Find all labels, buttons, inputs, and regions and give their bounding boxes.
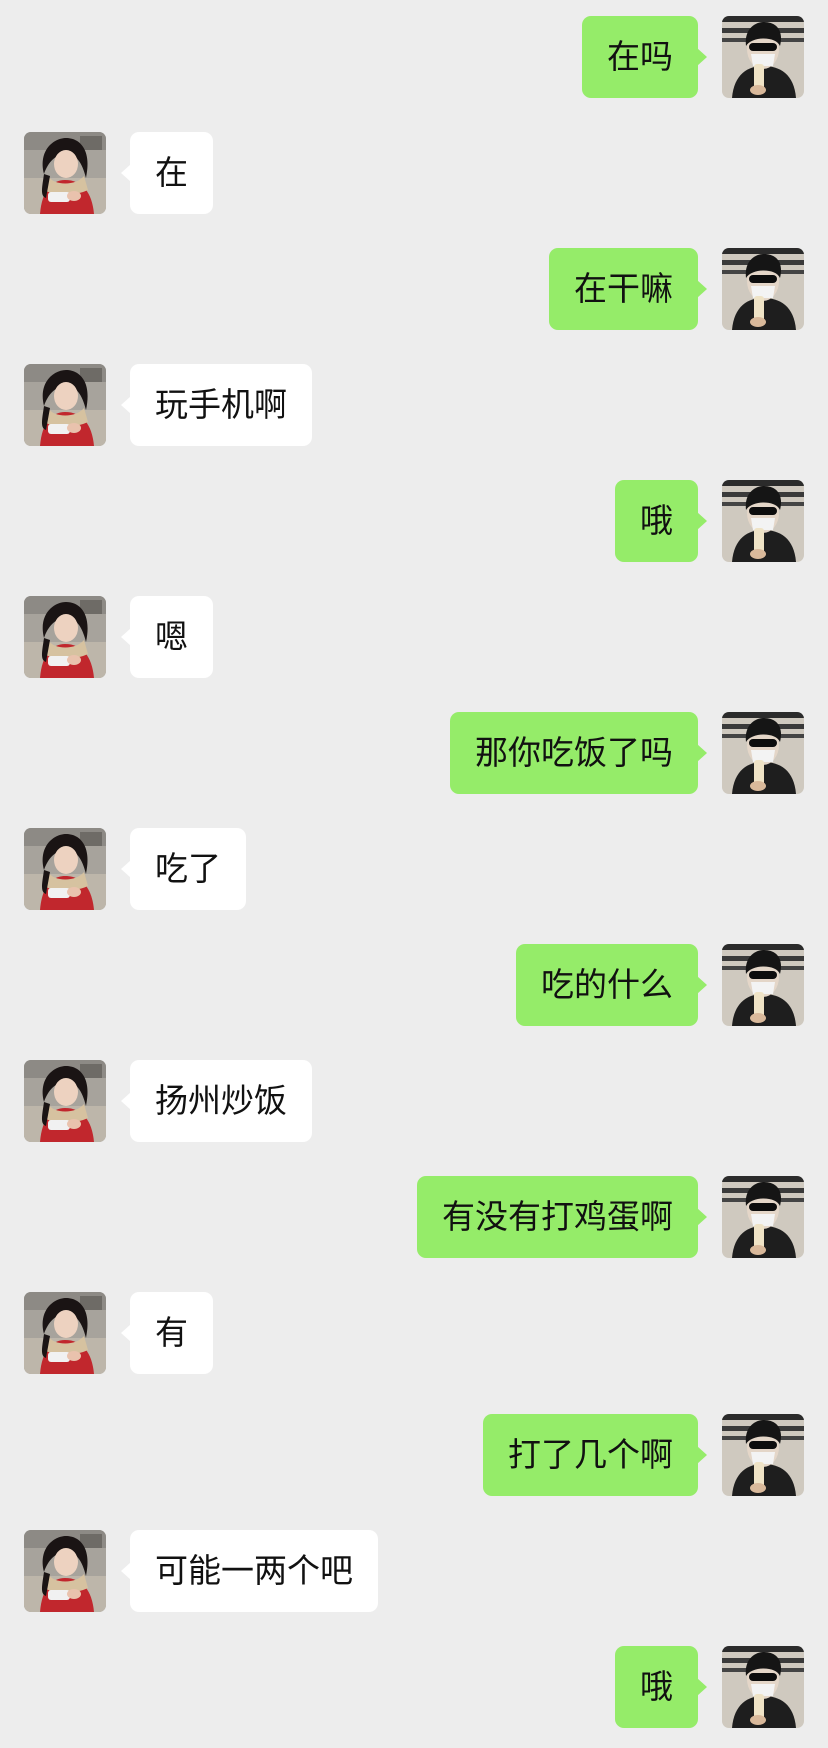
message-bubble-self[interactable]: 在干嘛: [549, 248, 707, 330]
message-row-other: 有: [0, 1292, 828, 1374]
woman-red-coat-avatar[interactable]: [24, 828, 106, 910]
message-row-other: 嗯: [0, 596, 828, 678]
chat-message-list[interactable]: 在吗 在 在干嘛 玩手机啊 哦 嗯 那你吃饭了吗 吃了 吃的什么 扬州炒饭 有没…: [0, 0, 828, 1748]
woman-red-coat-avatar[interactable]: [24, 1530, 106, 1612]
woman-red-coat-avatar[interactable]: [24, 364, 106, 446]
man-sunglasses-mask-avatar[interactable]: [722, 1414, 804, 1496]
message-bubble-self[interactable]: 在吗: [582, 16, 707, 98]
message-row-self: 吃的什么: [0, 944, 828, 1026]
message-row-self: 那你吃饭了吗: [0, 712, 828, 794]
message-row-self: 打了几个啊: [0, 1414, 828, 1496]
message-bubble-other[interactable]: 玩手机啊: [121, 364, 312, 446]
message-row-self: 哦: [0, 1646, 828, 1728]
message-bubble-self[interactable]: 那你吃饭了吗: [450, 712, 707, 794]
woman-red-coat-avatar[interactable]: [24, 596, 106, 678]
man-sunglasses-mask-avatar[interactable]: [722, 1176, 804, 1258]
message-bubble-other[interactable]: 有: [121, 1292, 213, 1374]
message-bubble-self[interactable]: 吃的什么: [516, 944, 707, 1026]
message-bubble-self[interactable]: 哦: [615, 480, 707, 562]
message-row-other: 玩手机啊: [0, 364, 828, 446]
message-row-other: 可能一两个吧: [0, 1530, 828, 1612]
man-sunglasses-mask-avatar[interactable]: [722, 1646, 804, 1728]
message-row-other: 扬州炒饭: [0, 1060, 828, 1142]
message-bubble-self[interactable]: 有没有打鸡蛋啊: [417, 1176, 707, 1258]
woman-red-coat-avatar[interactable]: [24, 132, 106, 214]
man-sunglasses-mask-avatar[interactable]: [722, 712, 804, 794]
message-row-self: 有没有打鸡蛋啊: [0, 1176, 828, 1258]
message-bubble-other[interactable]: 嗯: [121, 596, 213, 678]
man-sunglasses-mask-avatar[interactable]: [722, 16, 804, 98]
message-bubble-other[interactable]: 在: [121, 132, 213, 214]
message-bubble-self[interactable]: 打了几个啊: [483, 1414, 707, 1496]
man-sunglasses-mask-avatar[interactable]: [722, 248, 804, 330]
message-row-self: 在吗: [0, 16, 828, 98]
message-bubble-self[interactable]: 哦: [615, 1646, 707, 1728]
message-row-self: 在干嘛: [0, 248, 828, 330]
woman-red-coat-avatar[interactable]: [24, 1292, 106, 1374]
man-sunglasses-mask-avatar[interactable]: [722, 944, 804, 1026]
woman-red-coat-avatar[interactable]: [24, 1060, 106, 1142]
message-row-other: 在: [0, 132, 828, 214]
message-bubble-other[interactable]: 扬州炒饭: [121, 1060, 312, 1142]
message-row-self: 哦: [0, 480, 828, 562]
message-bubble-other[interactable]: 可能一两个吧: [121, 1530, 378, 1612]
message-row-other: 吃了: [0, 828, 828, 910]
message-bubble-other[interactable]: 吃了: [121, 828, 246, 910]
man-sunglasses-mask-avatar[interactable]: [722, 480, 804, 562]
